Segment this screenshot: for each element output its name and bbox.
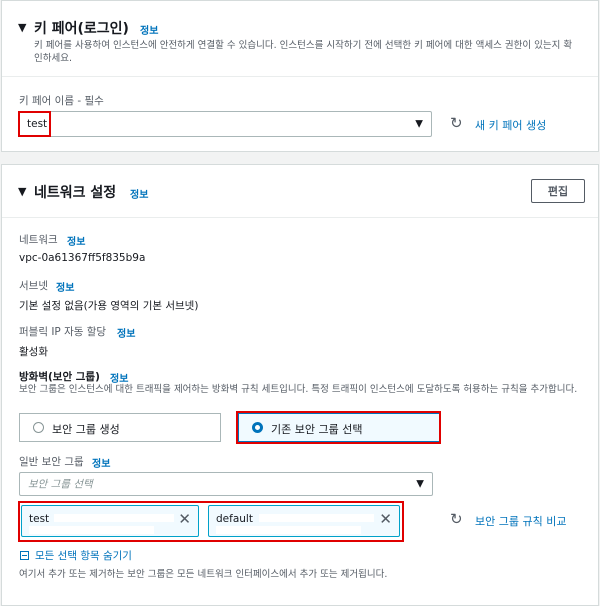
- security-group-placeholder: 보안 그룹 선택: [28, 478, 93, 491]
- create-key-pair-link[interactable]: 새 키 페어 생성: [475, 117, 546, 133]
- dropdown-arrow-icon: ▼: [416, 478, 424, 490]
- subnet-info[interactable]: 정보: [56, 279, 74, 294]
- key-pair-title: 키 페어(로그인): [34, 21, 129, 37]
- key-pair-header: ▼ 키 페어(로그인) 정보 키 페어를 사용하여 인스턴스에 안전하게 연결할…: [2, 1, 598, 77]
- dropdown-arrow-icon: ▼: [415, 118, 423, 130]
- network-info[interactable]: 정보: [67, 233, 85, 248]
- subnet-value: 기본 설정 없음(가용 영역의 기본 서브넷): [19, 300, 199, 312]
- network-value: vpc-0a61367ff5f835b9a: [19, 252, 146, 264]
- security-group-info[interactable]: 정보: [92, 455, 110, 470]
- edit-button[interactable]: 편집: [531, 179, 585, 203]
- key-pair-info-link[interactable]: 정보: [140, 22, 158, 37]
- compare-rules-link[interactable]: 보안 그룹 규칙 비교: [475, 513, 566, 529]
- key-pair-name-label: 키 페어 이름 - 필수: [19, 95, 104, 107]
- refresh-icon[interactable]: ↻: [450, 114, 463, 132]
- create-security-group-option[interactable]: 보안 그룹 생성: [19, 413, 221, 442]
- collapse-icon[interactable]: [20, 551, 29, 560]
- create-security-group-label: 보안 그룹 생성: [52, 423, 120, 436]
- network-header: ▼ 네트워크 설정 정보 편집: [2, 165, 598, 218]
- highlight-box: [18, 501, 404, 542]
- security-group-select[interactable]: 보안 그룹 선택 ▼: [19, 472, 433, 496]
- refresh-icon[interactable]: ↻: [450, 510, 463, 528]
- footer-note: 여기서 추가 또는 제거하는 보안 그룹은 모든 네트워크 인터페이스에서 추가…: [19, 569, 388, 580]
- public-ip-info[interactable]: 정보: [117, 325, 135, 340]
- key-pair-description: 키 페어를 사용하여 인스턴스에 안전하게 연결할 수 있습니다. 인스턴스를 …: [34, 40, 573, 64]
- firewall-description: 보안 그룹은 인스턴스에 대한 트래픽을 제어하는 방화벽 규칙 세트입니다. …: [19, 384, 578, 395]
- public-ip-label: 퍼블릭 IP 자동 할당: [19, 326, 107, 338]
- key-pair-select[interactable]: test ▼: [18, 111, 432, 137]
- key-pair-panel: ▼ 키 페어(로그인) 정보 키 페어를 사용하여 인스턴스에 안전하게 연결할…: [1, 0, 599, 152]
- caret-down-icon[interactable]: ▼: [18, 21, 26, 34]
- network-info-link[interactable]: 정보: [130, 186, 148, 201]
- highlight-box: [18, 111, 51, 137]
- subnet-label: 서브넷: [19, 280, 48, 292]
- firewall-label: 방화벽(보안 그룹): [19, 371, 100, 383]
- network-title: 네트워크 설정: [34, 185, 117, 201]
- hide-all-selected-link[interactable]: 모든 선택 항목 숨기기: [35, 548, 132, 563]
- public-ip-value: 활성화: [19, 346, 48, 358]
- highlight-box: [236, 411, 441, 444]
- caret-down-icon[interactable]: ▼: [18, 185, 26, 198]
- network-label: 네트워크: [19, 234, 58, 246]
- radio-unselected[interactable]: [33, 422, 44, 433]
- security-group-label: 일반 보안 그룹: [19, 456, 84, 468]
- network-settings-panel: ▼ 네트워크 설정 정보 편집 네트워크 정보 vpc-0a61367ff5f8…: [1, 164, 599, 606]
